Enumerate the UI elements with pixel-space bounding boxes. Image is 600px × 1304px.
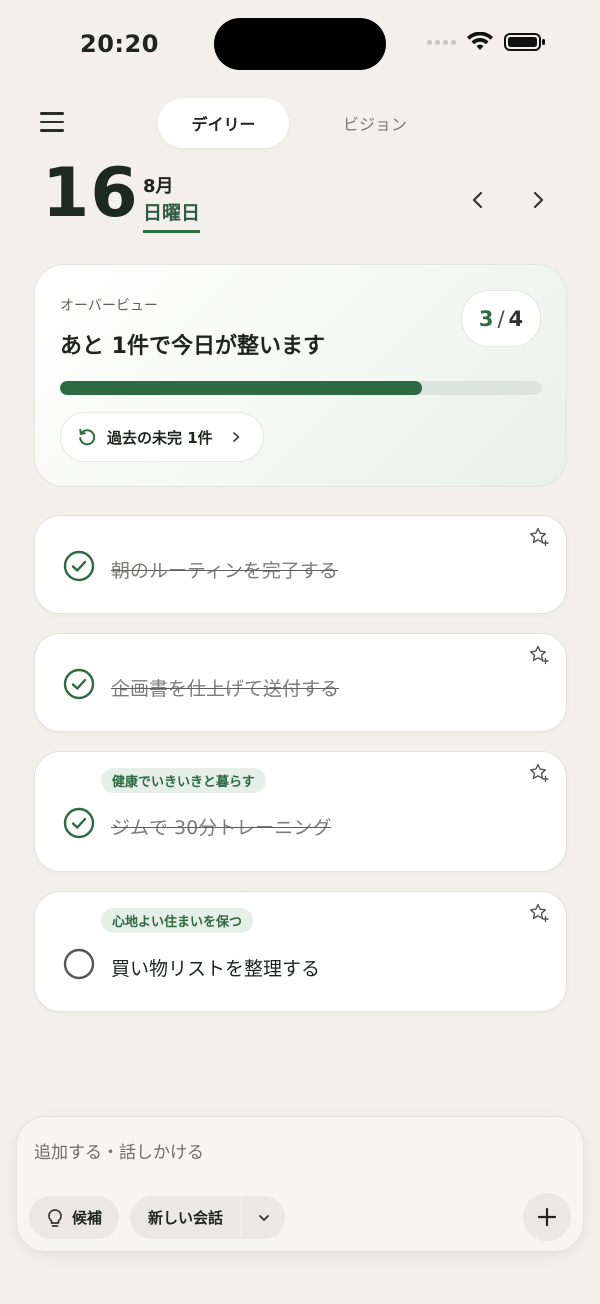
task-item[interactable]: 企画書を仕上げて送付する: [34, 633, 567, 732]
check-circle-icon[interactable]: [63, 668, 95, 700]
lightbulb-icon: [48, 1208, 62, 1227]
check-circle-icon[interactable]: [63, 807, 95, 839]
vision-tag: 心地よい住まいを保つ: [101, 908, 254, 933]
star-plus-icon[interactable]: [528, 644, 550, 666]
date-month: 8月: [143, 176, 174, 197]
progress-bar: [60, 381, 542, 395]
chevron-right-icon: [232, 432, 240, 442]
star-plus-icon[interactable]: [528, 526, 550, 548]
next-day-button[interactable]: [524, 186, 552, 214]
task-title: 買い物リストを整理する: [111, 958, 321, 980]
task-item[interactable]: 健康でいきいきと暮らす ジムで 30分トレーニング: [34, 751, 567, 872]
vision-tag: 健康でいきいきと暮らす: [101, 768, 266, 793]
empty-circle-icon[interactable]: [63, 948, 95, 980]
done-count: 3: [478, 306, 494, 331]
date-day: 16: [42, 154, 139, 233]
status-icons: [427, 32, 546, 52]
suggestions-button[interactable]: 候補: [29, 1196, 119, 1239]
previous-day-button[interactable]: [464, 186, 492, 214]
check-circle-icon[interactable]: [63, 550, 95, 582]
status-bar: 20:20: [0, 0, 600, 90]
add-button[interactable]: [523, 1193, 571, 1241]
plus-icon: [537, 1207, 557, 1227]
wifi-icon: [467, 32, 493, 50]
chevron-right-icon: [533, 191, 544, 209]
date-weekday[interactable]: 日曜日: [143, 198, 201, 233]
chevron-down-icon: [258, 1214, 269, 1221]
count-separator: /: [497, 306, 505, 331]
overview-label: オーバービュー: [60, 298, 158, 314]
past-incomplete-label: 過去の未完 1件: [107, 428, 213, 447]
new-chat-button[interactable]: 新しい会話: [130, 1207, 241, 1228]
chevron-left-icon: [472, 191, 483, 209]
task-title: 企画書を仕上げて送付する: [111, 678, 340, 700]
star-plus-icon[interactable]: [528, 902, 550, 924]
task-title: 朝のルーティンを完了する: [111, 560, 338, 582]
dynamic-island: [214, 18, 386, 70]
menu-icon: [40, 112, 64, 132]
total-count: 4: [508, 306, 524, 331]
new-chat-group: 新しい会話: [130, 1196, 285, 1239]
progress-count-badge: 3 / 4: [461, 290, 541, 347]
composer: 候補 新しい会話: [16, 1116, 584, 1252]
overview-card: オーバービュー あと 1件で今日が整います 3 / 4 過去の未完 1件: [34, 264, 567, 487]
cellular-signal-icon: [427, 39, 456, 45]
task-item[interactable]: 心地よい住まいを保つ 買い物リストを整理する: [34, 891, 567, 1012]
status-time: 20:20: [80, 30, 159, 58]
refresh-icon: [79, 428, 96, 446]
menu-button[interactable]: [40, 112, 64, 132]
task-item[interactable]: 朝のルーティンを完了する: [34, 515, 567, 614]
tab-daily[interactable]: デイリー: [158, 98, 289, 148]
overview-title: あと 1件で今日が整います: [60, 334, 325, 359]
tab-vision[interactable]: ビジョン: [289, 98, 461, 148]
battery-icon: [504, 33, 545, 51]
progress-bar-fill: [60, 381, 422, 395]
suggestions-label: 候補: [72, 1209, 103, 1227]
task-title: ジムで 30分トレーニング: [111, 817, 332, 839]
new-chat-dropdown-button[interactable]: [242, 1211, 285, 1225]
view-tabs: デイリー ビジョン: [158, 98, 461, 148]
past-incomplete-button[interactable]: 過去の未完 1件: [60, 412, 264, 462]
star-plus-icon[interactable]: [528, 762, 550, 784]
composer-input[interactable]: [34, 1143, 534, 1163]
